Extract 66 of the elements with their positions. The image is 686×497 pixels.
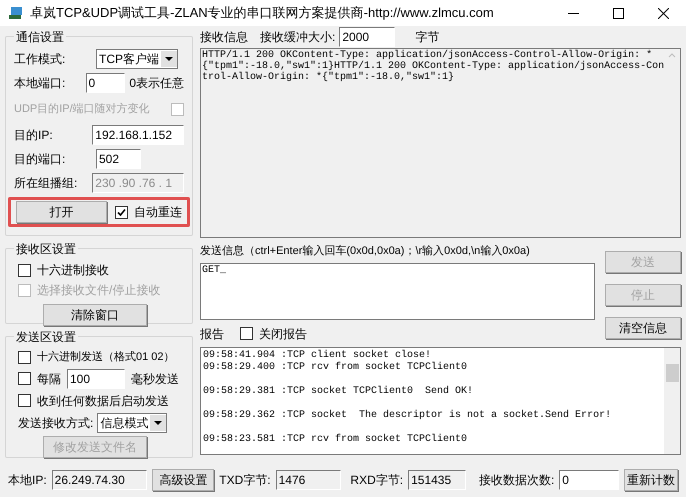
checkbox-label: 收到任何数据后启动发送 xyxy=(37,392,169,410)
button[interactable]: 重新计数 xyxy=(624,469,678,491)
log-line: 09:58:29.362 :TCP socket The descriptor is not a socket.Send Error! xyxy=(203,408,612,422)
input-field[interactable]: 0 xyxy=(559,470,620,490)
checkbox[interactable] xyxy=(18,394,31,407)
checkbox[interactable] xyxy=(115,206,128,218)
checkbox-label: 十六进制发送（格式01 02） xyxy=(37,350,175,365)
receive-text-area[interactable]: HTTP/1.1 200 OKContent-Type: application/jsonAccess-Control-Allow-Origin: *{"tpm1":-18.0,"sw1":1}HTTP/1.1 200 OKContent-Type: application/jsonAccess-Control-Allow-Origin: *{"tpm1":-18.0,"sw1":1} xyxy=(200,48,681,238)
group-title: 接收区设置 xyxy=(14,240,78,258)
field-label: RXD字节: xyxy=(350,472,404,489)
field-label: TXD字节: xyxy=(219,472,271,489)
checkbox-label: 选择接收文件/停止接收 xyxy=(37,282,160,299)
receive-text: HTTP/1.1 200 OKContent-Type: application/jsonAccess-Control-Allow-Origin: *{"tpm1":-18.0,"sw1":1}HTTP/1.1 200 OKContent-Type: application/jsonAccess-Control-Allow-Origin: *{"tpm1":-18.0,"sw1":1} xyxy=(202,50,665,85)
checkbox[interactable] xyxy=(240,327,253,340)
checkbox[interactable] xyxy=(18,372,31,385)
window-title: 卓岚TCP&UDP调试工具-ZLAN专业的串口联网方案提供商-http://www.zlmcu.com xyxy=(30,4,494,22)
checkbox-label: 关闭报告 xyxy=(259,326,307,342)
checkbox[interactable] xyxy=(18,264,31,276)
checkbox[interactable] xyxy=(18,350,31,364)
field-label: 接收缓冲大小: xyxy=(260,29,336,46)
field-label: 工作模式: xyxy=(14,51,66,68)
caret-icon xyxy=(150,414,166,430)
field-label: 接收数据次数: xyxy=(478,472,554,489)
field-label: 本地IP: xyxy=(8,472,47,489)
app-icon xyxy=(8,6,24,20)
log-line: 09:58:29.400 :TCP rcv from socket TCPClient0 xyxy=(203,362,468,374)
dropdown[interactable]: 信息模式 xyxy=(97,412,168,432)
checkbox-label: 自动重连 xyxy=(134,204,182,221)
checkmark-icon xyxy=(117,208,126,216)
close-icon[interactable] xyxy=(658,8,669,18)
field-label: 目的IP: xyxy=(14,127,54,144)
checkbox-label: UDP目的IP/端口随对方变化 xyxy=(14,102,150,117)
input-field[interactable]: 1476 xyxy=(276,470,342,490)
log-line: 09:58:23.581 :TCP rcv from socket TCPClient0 xyxy=(203,432,468,446)
group-title: 通信设置 xyxy=(14,28,66,46)
log-line: 09:58:29.381 :TCP socket TCPClient0 Send OK! xyxy=(203,384,474,398)
checkbox-label: 十六进制接收 xyxy=(37,262,109,279)
input-field[interactable]: 502 xyxy=(96,149,141,169)
scrollbar[interactable] xyxy=(664,348,680,454)
report-log[interactable] xyxy=(200,346,681,454)
send-text-area[interactable]: GET_ xyxy=(200,262,595,320)
field-label: 字节 xyxy=(415,29,440,46)
field-label: 所在组播组: xyxy=(14,175,78,192)
button[interactable]: 清除窗口 xyxy=(43,304,147,326)
field-label: 接收信息 xyxy=(200,29,248,46)
dropdown[interactable]: TCP客户端 xyxy=(96,49,178,69)
field-label: 发送接收方式: xyxy=(18,414,94,432)
input-field[interactable]: 26.249.74.30 xyxy=(52,470,148,490)
field-label: 报告 xyxy=(200,326,224,342)
checkbox-label: 每隔 xyxy=(37,370,61,388)
field-label: 0表示任意 xyxy=(129,75,184,92)
caret-icon xyxy=(161,51,177,67)
log-line: 09:58:41.904 :TCP client socket close! xyxy=(203,350,432,362)
input-field[interactable]: 151435 xyxy=(408,470,466,490)
maximize-icon[interactable] xyxy=(613,8,624,18)
field-label: 毫秒发送 xyxy=(131,370,179,388)
send-label: 发送信息（ctrl+Enter输入回车(0x0d,0x0a)；\r输入0x0d,\n输入0x0a) xyxy=(200,244,531,259)
input-field[interactable]: 0 xyxy=(86,73,126,93)
input-field[interactable]: 2000 xyxy=(339,27,396,47)
input-field[interactable]: 100 xyxy=(67,368,125,388)
field-label: 本地端口: xyxy=(14,75,66,92)
button[interactable]: 清空信息 xyxy=(605,316,681,338)
button[interactable]: 高级设置 xyxy=(152,469,214,491)
input-field[interactable]: 192.168.1.152 xyxy=(92,125,184,145)
button[interactable]: 打开 xyxy=(16,201,107,223)
field-label: 目的端口: xyxy=(14,151,66,168)
